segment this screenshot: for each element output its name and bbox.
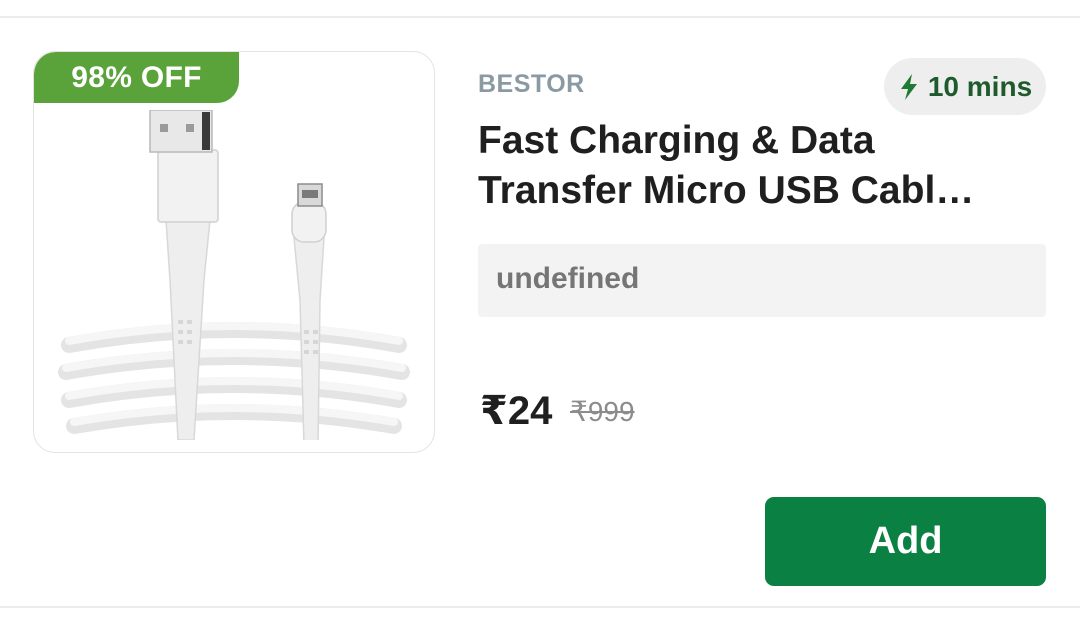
discount-badge: 98% OFF	[34, 52, 239, 103]
variant-label: undefined	[496, 262, 640, 295]
original-price: ₹999	[570, 396, 635, 427]
brand-name: BESTOR	[478, 70, 585, 98]
delivery-time-text: 10 mins	[927, 70, 1033, 102]
product-card[interactable]: 98% OFF BESTOR 10 mins Fast Charging & D…	[0, 18, 1080, 606]
delivery-time-badge: 10 mins	[884, 58, 1046, 115]
product-title[interactable]: Fast Charging & Data Transfer Micro USB …	[478, 116, 1038, 216]
bottom-divider	[0, 606, 1080, 608]
selling-price: ₹24	[480, 389, 553, 433]
variant-selector[interactable]: undefined	[478, 244, 1046, 317]
product-image-container[interactable]: 98% OFF	[33, 51, 435, 453]
product-image	[58, 110, 410, 440]
lightning-bolt-icon	[900, 73, 917, 100]
add-to-cart-button[interactable]: Add	[765, 497, 1046, 586]
